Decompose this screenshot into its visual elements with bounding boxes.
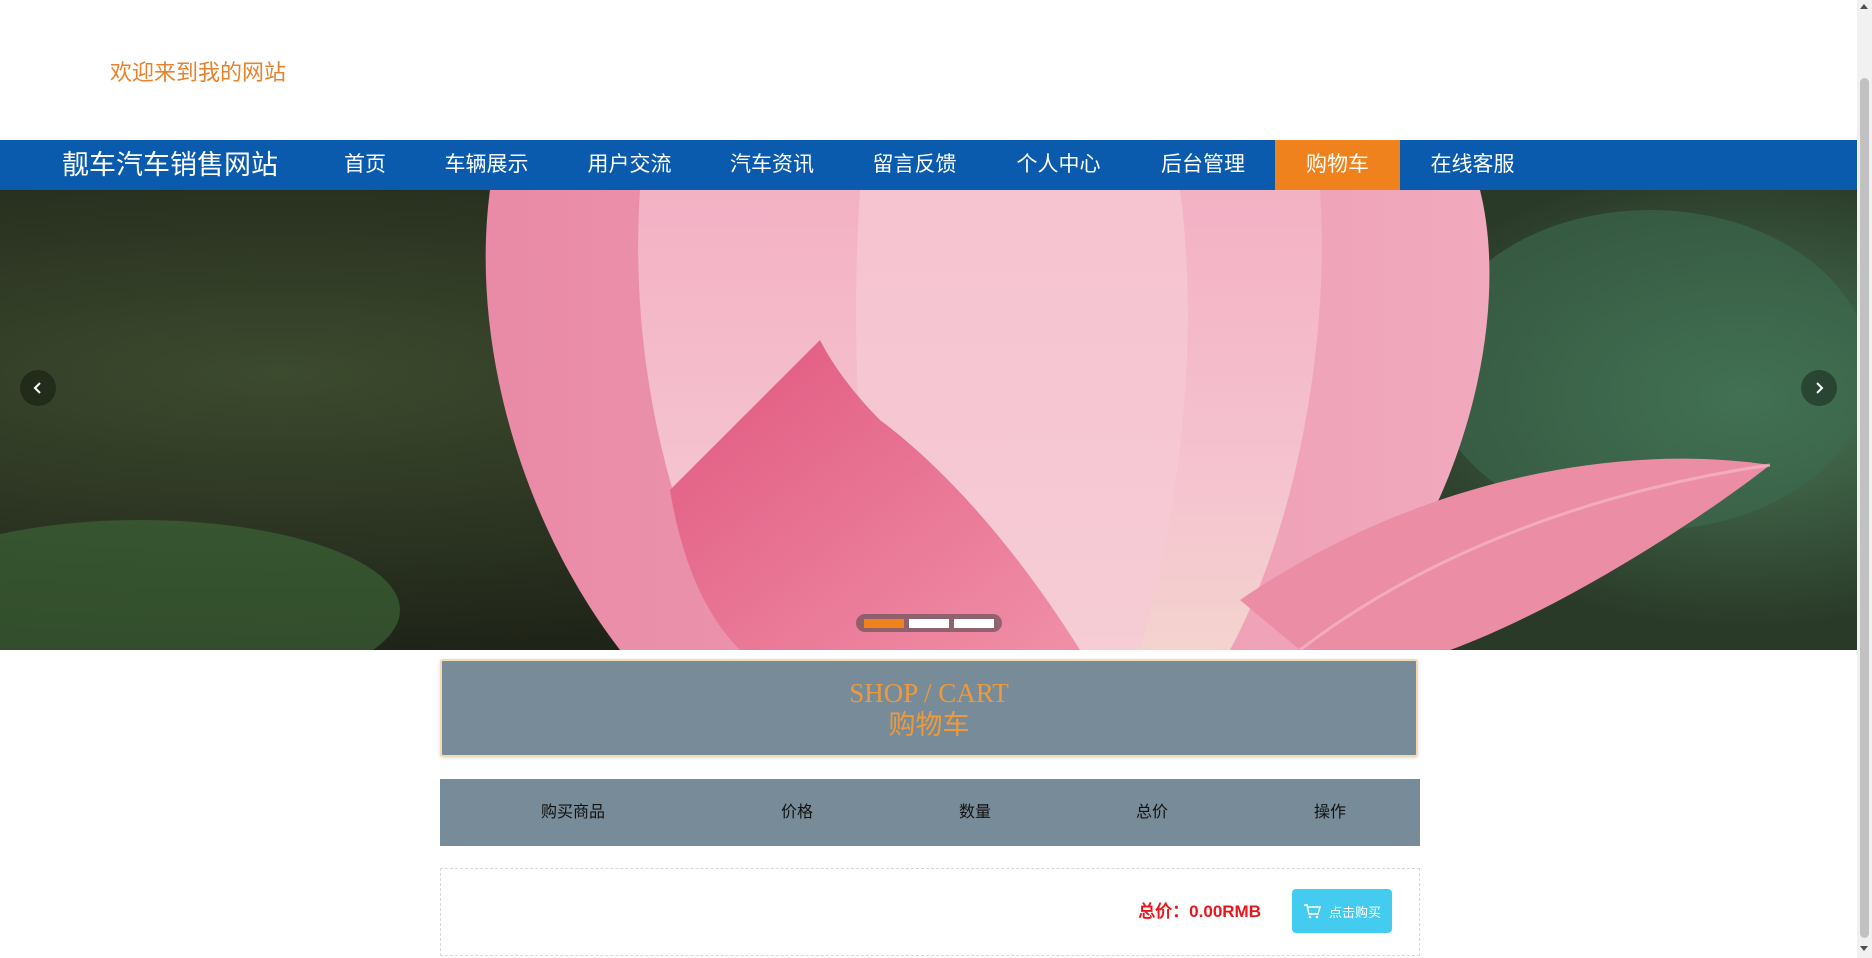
cart-icon <box>1303 903 1321 919</box>
nav-item-cart[interactable]: 购物车 <box>1275 140 1400 190</box>
carousel-prev-button[interactable] <box>20 370 56 406</box>
scroll-up-icon[interactable] <box>1860 4 1868 9</box>
buy-button[interactable]: 点击购买 <box>1292 889 1392 933</box>
carousel-dot-1[interactable] <box>864 619 904 628</box>
column-header-action: 操作 <box>1313 804 1347 821</box>
chevron-left-icon <box>33 382 41 394</box>
column-header-subtotal: 总价 <box>1135 804 1169 821</box>
cart-title-en: SHOP / CART <box>849 678 1009 708</box>
nav-item-vehicles[interactable]: 车辆展示 <box>415 140 558 190</box>
carousel-dot-3[interactable] <box>954 619 994 628</box>
nav-item-feedback[interactable]: 留言反馈 <box>843 140 986 190</box>
scroll-down-icon[interactable] <box>1860 946 1868 951</box>
site-brand[interactable]: 靓车汽车销售网站 <box>62 140 278 190</box>
carousel-next-button[interactable] <box>1801 370 1837 406</box>
main-nav: 靓车汽车销售网站 首页 车辆展示 用户交流 汽车资讯 留言反馈 个人中心 后台管… <box>0 140 1857 190</box>
column-header-quantity: 数量 <box>958 804 992 821</box>
banner-image <box>0 190 1857 650</box>
nav-item-community[interactable]: 用户交流 <box>558 140 701 190</box>
page-scrollbar[interactable] <box>1857 0 1872 958</box>
carousel-dot-2[interactable] <box>909 619 949 628</box>
cart-table-header: 购买商品 价格 数量 总价 操作 <box>440 779 1420 846</box>
banner-carousel <box>0 190 1857 650</box>
nav-item-news[interactable]: 汽车资讯 <box>701 140 843 190</box>
nav-menu: 首页 车辆展示 用户交流 汽车资讯 留言反馈 个人中心 后台管理 购物车 在线客… <box>315 140 1545 190</box>
nav-item-support[interactable]: 在线客服 <box>1400 140 1545 190</box>
cart-title-cn: 购物车 <box>888 710 970 740</box>
buy-button-label: 点击购买 <box>1328 904 1381 920</box>
chevron-right-icon <box>1816 382 1824 394</box>
top-header: 欢迎来到我的网站 <box>0 0 1857 140</box>
nav-item-home[interactable]: 首页 <box>315 140 415 190</box>
nav-item-profile[interactable]: 个人中心 <box>986 140 1131 190</box>
cart-title-panel: SHOP / CART 购物车 <box>440 659 1418 757</box>
column-header-price: 价格 <box>780 804 814 821</box>
cart-total: 总价：0.00RMB <box>1138 902 1261 921</box>
nav-item-admin[interactable]: 后台管理 <box>1131 140 1275 190</box>
carousel-indicators <box>856 614 1002 632</box>
cart-summary: 总价：0.00RMB 点击购买 <box>440 868 1420 956</box>
scrollbar-thumb[interactable] <box>1860 78 1869 938</box>
welcome-text: 欢迎来到我的网站 <box>110 60 287 85</box>
column-header-product: 购买商品 <box>540 804 606 821</box>
